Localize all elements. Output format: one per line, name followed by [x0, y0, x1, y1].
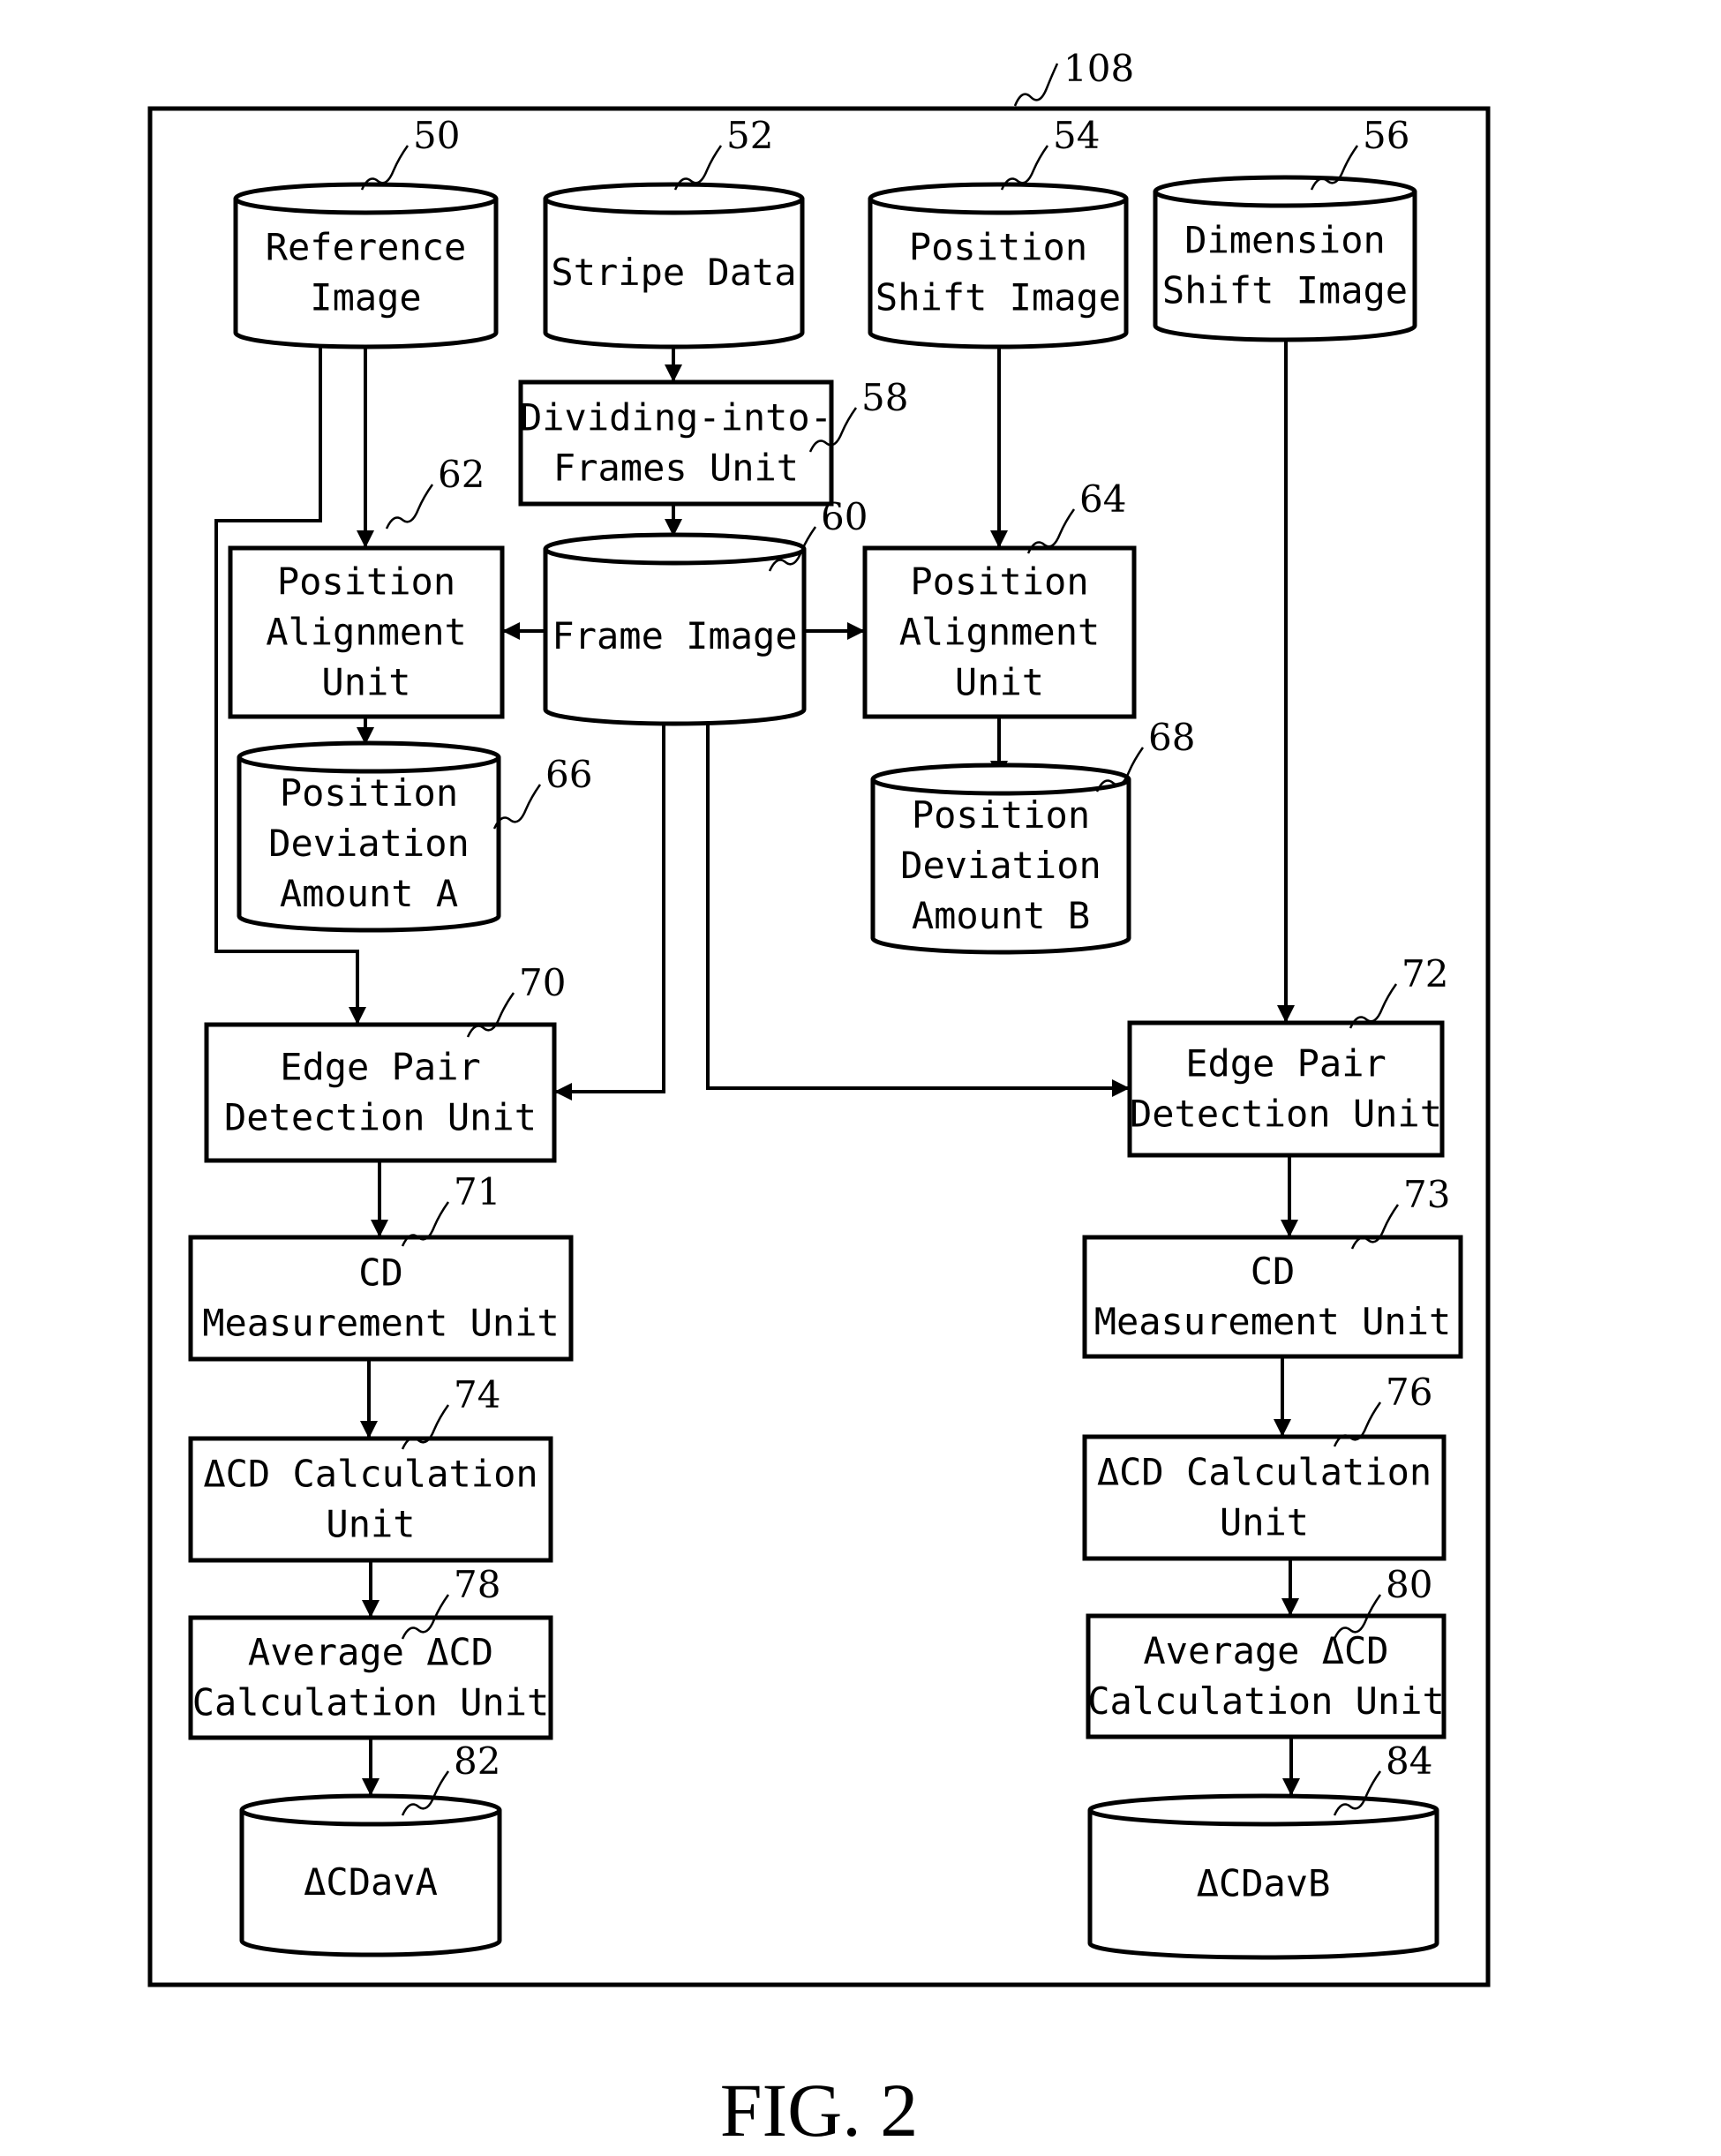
reference-number: 66: [545, 753, 592, 796]
node-label-line: Alignment: [266, 611, 467, 654]
node-label-line: Deviation: [900, 844, 1101, 887]
node-dcdav-b: ΔCDavB 84: [1087, 1739, 1439, 1960]
reference-leader: [385, 484, 434, 530]
node-position-deviation-a: Position Deviation Amount A 66: [237, 740, 592, 933]
nodes-layer: Reference Image 50 Stripe Data 52 Position Shi…: [188, 114, 1463, 1960]
reference-number: 73: [1403, 1173, 1450, 1216]
reference-number: 74: [454, 1373, 500, 1416]
node-label-line: Calculation Unit: [192, 1681, 550, 1724]
node-position-deviation-b: Position Deviation Amount B 68: [870, 716, 1195, 955]
node-label-line: ΔCDavB: [1197, 1862, 1331, 1905]
node-edge-pair-b: Edge Pair Detection Unit 72: [1127, 952, 1448, 1158]
reference-number: 78: [454, 1563, 500, 1606]
node-label-line: CD: [358, 1251, 403, 1295]
node-label-line: Alignment: [899, 611, 1101, 654]
node-label-line: Amount B: [912, 894, 1090, 937]
node-label-line: Reference: [266, 226, 467, 269]
node-label-line: Measurement Unit: [202, 1302, 560, 1345]
node-label-line: Measurement Unit: [1094, 1300, 1452, 1343]
node-label-line: Calculation Unit: [1087, 1679, 1445, 1723]
node-label-line: Edge Pair: [1185, 1042, 1387, 1086]
reference-leader: [492, 784, 542, 830]
node-avg-dcd-b: Average ΔCD Calculation Unit 80: [1086, 1563, 1447, 1739]
node-label-line: Edge Pair: [280, 1046, 481, 1089]
node-label-line: Dividing-into-: [520, 396, 832, 439]
container-leader: [1013, 63, 1059, 107]
block-diagram: 108 ReferenceImage50Stripe Data52Positio…: [147, 47, 1491, 2152]
reference-number: 76: [1386, 1371, 1432, 1414]
reference-number: 56: [1363, 114, 1409, 157]
node-label-line: CD: [1251, 1250, 1296, 1293]
node-label-line: Deviation: [268, 822, 470, 865]
node-label-line: Amount A: [280, 872, 458, 915]
node-position-shift-image: Position Shift Image 54: [868, 114, 1129, 349]
node-label-line: Detection Unit: [224, 1096, 537, 1139]
node-cd-measure-b: CD Measurement Unit 73: [1082, 1173, 1463, 1359]
node-label-line: ΔCD Calculation: [1097, 1451, 1432, 1494]
node-label-line: Average ΔCD: [248, 1631, 493, 1674]
node-frame-image: Frame Image 60: [543, 495, 868, 726]
node-label-line: Unit: [1220, 1501, 1309, 1544]
node-label-line: Dimension: [1184, 219, 1386, 262]
node-label-line: Image: [310, 276, 421, 319]
reference-number: 82: [454, 1739, 500, 1783]
reference-number: 84: [1386, 1739, 1432, 1783]
node-label-line: Frames Unit: [553, 447, 799, 490]
node-label-line: Unit: [326, 1503, 415, 1546]
reference-number: 70: [519, 961, 566, 1004]
node-label-line: Detection Unit: [1130, 1093, 1442, 1136]
node-label-line: Shift Image: [1162, 269, 1408, 312]
node-label-line: Frame Image: [552, 614, 797, 657]
node-dimension-shift-image: Dimension Shift Image 56: [1153, 114, 1417, 342]
node-label-line: Unit: [321, 661, 410, 704]
reference-number: 54: [1053, 114, 1100, 157]
node-label-line: Position: [910, 560, 1088, 604]
node-label-line: Position: [280, 771, 458, 815]
reference-number: 72: [1402, 952, 1448, 995]
reference-number: 80: [1386, 1563, 1432, 1606]
node-label-line: ΔCD Calculation: [203, 1453, 537, 1496]
node-label-line: Unit: [955, 661, 1044, 704]
node-label-line: ΔCDavA: [304, 1860, 438, 1904]
reference-number: 64: [1079, 477, 1126, 521]
reference-number: 52: [726, 114, 773, 157]
reference-number: 60: [821, 495, 868, 538]
node-edge-pair-a: Edge Pair Detection Unit 70: [204, 961, 566, 1163]
node-label-line: Position: [277, 560, 455, 604]
node-label-line: Average ΔCD: [1143, 1629, 1388, 1672]
reference-number: 71: [454, 1170, 500, 1213]
node-label-line: Position: [912, 793, 1090, 837]
container-ref: 108: [1063, 47, 1134, 90]
figure-caption: FIG. 2: [720, 2068, 919, 2152]
reference-number: 50: [413, 114, 460, 157]
node-label-line: Stripe Data: [551, 251, 796, 294]
node-dividing-unit: Dividing-into- Frames Unit 58: [518, 376, 908, 507]
reference-number: 68: [1148, 716, 1195, 759]
reference-number: 58: [861, 376, 908, 419]
node-label-line: Shift Image: [876, 276, 1121, 319]
node-stripe-data: Stripe Data 52: [543, 114, 805, 349]
reference-number: 62: [438, 453, 485, 496]
node-label-line: Position: [909, 226, 1087, 269]
node-reference-image: Reference Image 50: [233, 114, 499, 349]
node-dcd-calc-b: ΔCD Calculation Unit 76: [1082, 1371, 1447, 1561]
